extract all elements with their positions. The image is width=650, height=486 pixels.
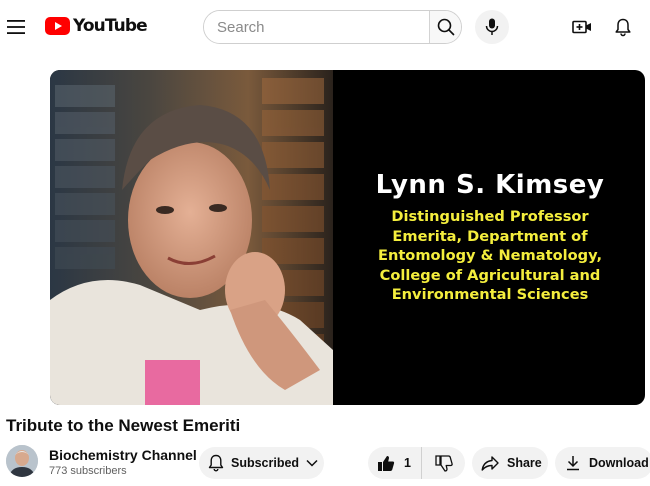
- menu-button[interactable]: [4, 13, 28, 41]
- overlay-name: Lynn S. Kimsey: [375, 170, 605, 200]
- video-thumbnail-photo: [50, 70, 333, 405]
- overlay-line: Emerita, Department of: [392, 227, 588, 245]
- video-player[interactable]: Lynn S. Kimsey Distinguished Professor E…: [50, 70, 645, 405]
- avatar-image: [6, 445, 38, 477]
- notifications-button[interactable]: [609, 13, 637, 41]
- subscribed-label: Subscribed: [231, 456, 300, 470]
- search-input[interactable]: [204, 11, 429, 43]
- share-button[interactable]: Share: [472, 447, 548, 479]
- top-bar: YouTube: [0, 0, 650, 54]
- like-button[interactable]: 1: [368, 447, 422, 479]
- portrait-image: [50, 70, 333, 405]
- share-label: Share: [507, 456, 542, 470]
- video-overlay-text: Lynn S. Kimsey Distinguished Professor E…: [335, 170, 645, 305]
- overlay-line: Environmental Sciences: [391, 286, 589, 303]
- like-dislike-group: 1: [368, 447, 465, 479]
- create-button[interactable]: [568, 13, 596, 41]
- thumbs-down-icon: [434, 454, 453, 472]
- subscriber-count: 773 subscribers: [49, 465, 127, 477]
- channel-name[interactable]: Biochemistry Channel: [49, 447, 197, 463]
- dislike-button[interactable]: [422, 454, 465, 472]
- search-button[interactable]: [429, 11, 461, 43]
- overlay-line: Distinguished Professor: [391, 208, 589, 225]
- like-count: 1: [404, 456, 411, 470]
- overlay-line: Entomology & Nematology,: [377, 247, 603, 264]
- bell-icon: [615, 18, 631, 36]
- search-box: [203, 10, 462, 44]
- download-icon: [567, 456, 579, 471]
- subscribed-button[interactable]: Subscribed: [199, 447, 324, 479]
- brand-name: YouTube: [73, 16, 148, 36]
- voice-search-button[interactable]: [475, 10, 509, 44]
- overlay-line: College of Agricultural and: [379, 266, 601, 284]
- bell-icon: [208, 454, 224, 472]
- share-icon: [481, 455, 499, 471]
- hamburger-icon: [7, 20, 25, 34]
- thumbs-up-icon: [378, 455, 395, 471]
- microphone-icon: [485, 18, 499, 35]
- chevron-down-icon: [306, 459, 318, 467]
- youtube-play-icon: [45, 17, 70, 35]
- download-button[interactable]: Download: [555, 447, 650, 479]
- youtube-logo[interactable]: YouTube: [45, 16, 148, 36]
- search-icon: [437, 18, 454, 36]
- video-title: Tribute to the Newest Emeriti: [6, 416, 241, 435]
- video-add-icon: [572, 20, 591, 34]
- download-label: Download: [589, 456, 649, 470]
- channel-avatar[interactable]: [6, 445, 38, 477]
